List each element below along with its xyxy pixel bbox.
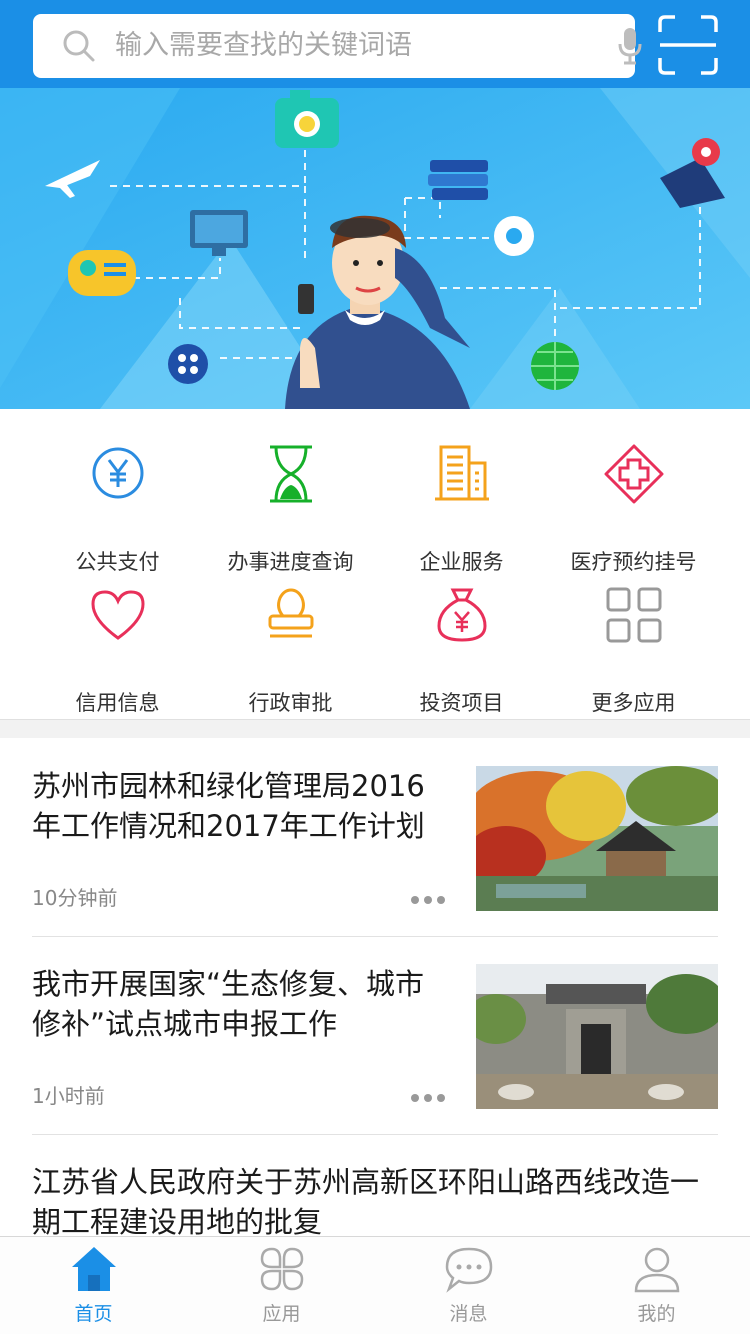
- bottom-tab-bar: 首页 应用 消息 我的: [0, 1236, 750, 1334]
- message-icon: [445, 1247, 493, 1293]
- tab-label: 首页: [74, 1303, 113, 1325]
- tab-apps[interactable]: 应用: [188, 1237, 375, 1334]
- service-more-apps[interactable]: 更多应用: [540, 584, 727, 715]
- building-icon: [435, 445, 489, 501]
- more-options-icon[interactable]: [410, 895, 446, 905]
- service-label: 办事进度查询: [227, 550, 354, 574]
- service-label: 医疗预约挂号: [570, 550, 697, 574]
- search-icon: [63, 30, 95, 62]
- tab-messages[interactable]: 消息: [375, 1237, 562, 1334]
- section-divider: [0, 719, 750, 738]
- hourglass-icon: [270, 445, 312, 503]
- banner-illustration: [0, 88, 750, 409]
- service-investment-projects[interactable]: 投资项目: [368, 584, 555, 715]
- news-thumbnail[interactable]: [476, 964, 718, 1109]
- service-enterprise[interactable]: 企业服务: [368, 443, 555, 574]
- news-separator: [32, 936, 718, 937]
- service-label: 信用信息: [75, 691, 160, 715]
- service-grid: 公共支付 办事进度查询 企业服务 医疗预约挂号 信用信息 行政审批 投资项目 更…: [0, 409, 750, 719]
- news-item[interactable]: 江苏省人民政府关于苏州高新区环阳山路西线改造一期工程建设用地的批复: [32, 1162, 718, 1242]
- news-item[interactable]: 苏州市园林和绿化管理局2016年工作情况和2017年工作计划 10分钟前: [32, 766, 718, 938]
- apps-icon: [260, 1247, 304, 1291]
- service-credit-info[interactable]: 信用信息: [24, 584, 211, 715]
- news-time: 10分钟前: [32, 886, 118, 910]
- service-admin-approval[interactable]: 行政审批: [197, 584, 384, 715]
- news-title[interactable]: 我市开展国家“生态修复、城市修补”试点城市申报工作: [32, 964, 452, 1044]
- service-label: 公共支付: [75, 550, 160, 574]
- news-time: 1小时前: [32, 1084, 105, 1108]
- tab-label: 应用: [262, 1303, 301, 1325]
- tab-profile[interactable]: 我的: [563, 1237, 750, 1334]
- tab-label: 消息: [449, 1303, 488, 1325]
- scan-icon[interactable]: [657, 14, 719, 76]
- search-placeholder[interactable]: 输入需要查找的关键词语: [115, 28, 412, 64]
- heart-icon: [91, 590, 145, 640]
- stamp-icon: [268, 588, 314, 638]
- money-bag-icon: [437, 588, 487, 642]
- grid-more-icon: [606, 587, 662, 643]
- news-title[interactable]: 江苏省人民政府关于苏州高新区环阳山路西线改造一期工程建设用地的批复: [32, 1162, 718, 1242]
- news-title[interactable]: 苏州市园林和绿化管理局2016年工作情况和2017年工作计划: [32, 766, 452, 846]
- service-label: 更多应用: [591, 691, 676, 715]
- profile-icon: [634, 1247, 680, 1293]
- yuan-coin-icon: [92, 447, 144, 499]
- service-label: 企业服务: [419, 550, 504, 574]
- service-progress-query[interactable]: 办事进度查询: [197, 443, 384, 574]
- promo-banner[interactable]: [0, 88, 750, 409]
- tab-home[interactable]: 首页: [0, 1237, 187, 1334]
- news-item[interactable]: 我市开展国家“生态修复、城市修补”试点城市申报工作 1小时前: [32, 964, 718, 1136]
- tab-label: 我的: [637, 1303, 676, 1325]
- search-bar[interactable]: 输入需要查找的关键词语: [33, 14, 642, 78]
- top-header: 输入需要查找的关键词语: [0, 0, 750, 88]
- news-thumbnail[interactable]: [476, 766, 718, 911]
- home-icon: [72, 1247, 116, 1291]
- medical-cross-icon: [604, 444, 664, 504]
- news-separator: [32, 1134, 718, 1135]
- service-label: 投资项目: [419, 691, 504, 715]
- more-options-icon[interactable]: [410, 1093, 446, 1103]
- service-medical-appointment[interactable]: 医疗预约挂号: [540, 443, 727, 574]
- service-public-payment[interactable]: 公共支付: [24, 443, 211, 574]
- microphone-icon[interactable]: [615, 26, 645, 66]
- service-label: 行政审批: [248, 691, 333, 715]
